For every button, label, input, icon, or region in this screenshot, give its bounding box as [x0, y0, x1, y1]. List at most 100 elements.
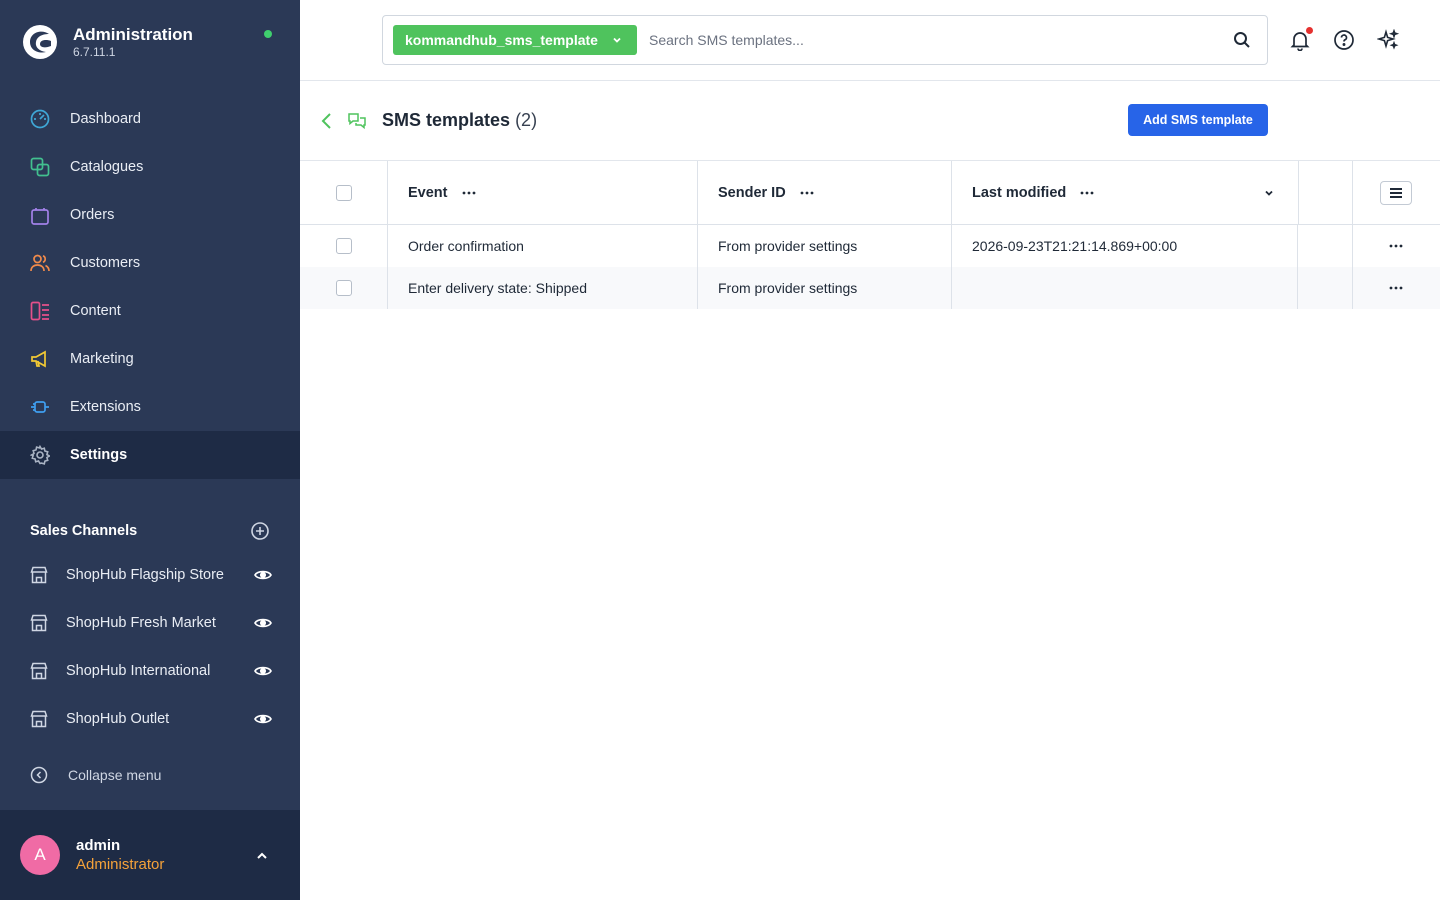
search-bar: kommandhub_sms_template — [382, 15, 1268, 65]
row-checkbox[interactable] — [336, 238, 352, 254]
nav-item-marketing[interactable]: Marketing — [0, 335, 300, 383]
brand-version: 6.7.11.1 — [73, 45, 116, 59]
column-header-event[interactable]: Event — [408, 161, 476, 224]
sparkle-icon[interactable] — [1377, 29, 1399, 51]
gear-icon — [30, 445, 50, 465]
select-all-cell — [336, 161, 352, 224]
column-header-last-modified[interactable]: Last modified — [972, 161, 1094, 224]
sales-channels-title: Sales Channels — [30, 523, 138, 539]
sales-channel-item[interactable]: ShopHub Fresh Market — [0, 599, 300, 647]
customers-icon — [30, 254, 50, 272]
eye-icon[interactable] — [254, 566, 272, 584]
grid-header: Event Sender ID Last modified — [300, 161, 1440, 225]
more-horizontal-icon[interactable] — [800, 191, 814, 195]
column-divider — [951, 225, 952, 267]
column-divider — [387, 267, 388, 309]
chat-bubbles-icon — [348, 113, 366, 130]
nav-label: Marketing — [70, 351, 134, 367]
sales-channel-label: ShopHub International — [66, 663, 211, 679]
nav-item-content[interactable]: Content — [0, 287, 300, 335]
storefront-icon — [30, 566, 48, 584]
nav-item-customers[interactable]: Customers — [0, 239, 300, 287]
eye-icon[interactable] — [254, 614, 272, 632]
column-header-sender-id[interactable]: Sender ID — [718, 161, 814, 224]
search-input[interactable] — [649, 28, 1209, 52]
chevron-left-circle-icon — [30, 766, 48, 784]
column-divider — [951, 161, 952, 224]
page-title-count: (2) — [515, 110, 538, 130]
row-select-cell — [336, 225, 352, 267]
user-panel[interactable]: A admin Administrator — [0, 810, 300, 900]
table-row[interactable]: Enter delivery state: Shipped From provi… — [300, 267, 1440, 309]
nav-label: Dashboard — [70, 111, 141, 127]
column-header-label: Last modified — [972, 184, 1067, 201]
orders-bag-icon — [31, 208, 49, 225]
back-chevron-icon[interactable] — [320, 112, 334, 130]
storefront-icon — [30, 710, 48, 728]
add-circle-icon[interactable] — [250, 521, 270, 541]
catalogue-icon — [30, 157, 50, 177]
cell-event[interactable]: Enter delivery state: Shipped — [408, 267, 587, 309]
sales-channel-item[interactable]: ShopHub Flagship Store — [0, 551, 300, 599]
sidebar: Administration 6.7.11.1 Dashboard Catalo… — [0, 0, 300, 900]
add-sms-template-button[interactable]: Add SMS template — [1128, 104, 1268, 136]
sales-channels-header: Sales Channels — [30, 520, 270, 542]
sales-channel-label: ShopHub Outlet — [66, 711, 170, 727]
page-header: SMS templates (2) Add SMS template — [300, 81, 1440, 161]
grid-settings-cell — [1380, 161, 1412, 224]
search-type-chip[interactable]: kommandhub_sms_template — [393, 25, 637, 55]
cell-sender-id: From provider settings — [718, 280, 858, 296]
nav-label: Customers — [70, 255, 141, 271]
column-divider — [387, 161, 388, 224]
avatar: A — [20, 835, 60, 875]
table-row[interactable]: Order confirmation From provider setting… — [300, 225, 1440, 267]
nav-item-dashboard[interactable]: Dashboard — [0, 95, 300, 143]
grid-settings-button[interactable] — [1380, 180, 1412, 205]
user-name: admin — [76, 837, 121, 854]
nav-item-extensions[interactable]: Extensions — [0, 383, 300, 431]
column-divider — [951, 267, 952, 309]
column-header-label: Event — [408, 184, 448, 201]
sales-channel-label: ShopHub Flagship Store — [66, 567, 224, 583]
sales-channel-label: ShopHub Fresh Market — [66, 615, 216, 631]
sort-descending-icon[interactable] — [1263, 187, 1275, 199]
more-horizontal-icon[interactable] — [1389, 286, 1403, 290]
sales-channel-list: ShopHub Flagship Store ShopHub Fresh Mar… — [0, 551, 300, 743]
select-all-checkbox[interactable] — [336, 184, 352, 201]
row-checkbox[interactable] — [336, 280, 352, 296]
nav-item-orders[interactable]: Orders — [0, 191, 300, 239]
nav-label: Settings — [70, 447, 128, 463]
nav-label: Catalogues — [70, 159, 144, 175]
shopware-logo-icon — [23, 25, 57, 59]
collapse-menu-button[interactable]: Collapse menu — [30, 766, 161, 784]
page-title: SMS templates (2) — [382, 110, 537, 131]
more-horizontal-icon[interactable] — [1389, 244, 1403, 248]
column-header-label: Sender ID — [718, 184, 786, 201]
notification-badge — [1306, 27, 1313, 34]
sales-channel-item[interactable]: ShopHub Outlet — [0, 695, 300, 743]
row-actions-cell — [1389, 225, 1403, 267]
chevron-up-icon[interactable] — [254, 848, 270, 864]
cell-event[interactable]: Order confirmation — [408, 225, 524, 267]
plug-icon — [31, 401, 49, 413]
more-horizontal-icon[interactable] — [462, 191, 476, 195]
user-role: Administrator — [76, 856, 165, 873]
row-actions-cell — [1389, 267, 1403, 309]
sales-channel-item[interactable]: ShopHub International — [0, 647, 300, 695]
sms-template-grid: Event Sender ID Last modified Order conf… — [300, 161, 1440, 309]
nav-label: Orders — [70, 207, 115, 223]
page-title-text: SMS templates — [382, 110, 511, 130]
column-divider — [1297, 267, 1298, 309]
status-dot — [264, 30, 272, 38]
search-icon[interactable] — [1233, 31, 1251, 49]
nav-item-settings[interactable]: Settings — [0, 431, 300, 479]
more-horizontal-icon[interactable] — [1080, 191, 1094, 195]
eye-icon[interactable] — [254, 710, 272, 728]
eye-icon[interactable] — [254, 662, 272, 680]
collapse-menu-label: Collapse menu — [68, 767, 162, 783]
help-icon[interactable] — [1333, 29, 1355, 51]
column-divider — [387, 225, 388, 267]
brand-title: Administration — [73, 25, 193, 44]
nav-item-catalogues[interactable]: Catalogues — [0, 143, 300, 191]
megaphone-icon — [31, 350, 46, 368]
